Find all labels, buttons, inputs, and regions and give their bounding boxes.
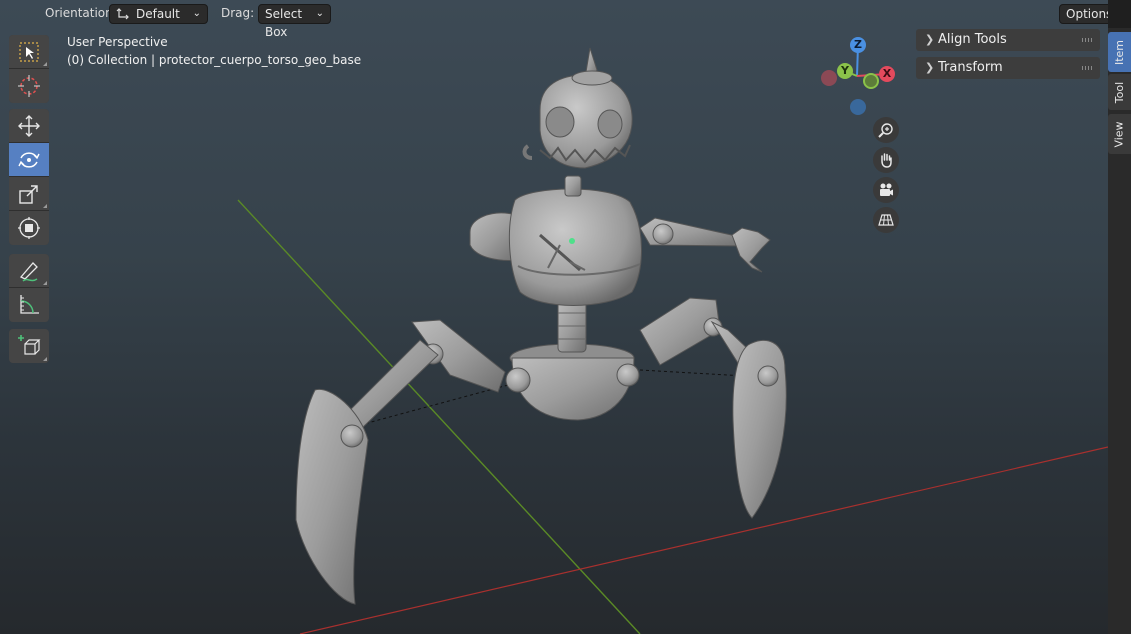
tab-view[interactable]: View [1108,114,1131,154]
chevron-right-icon: ❯ [925,61,935,74]
hand-pan-icon [881,153,892,168]
orientation-value: Default [136,7,180,21]
neg-y-axis-icon[interactable] [863,73,879,89]
cursor-tool[interactable] [9,69,49,103]
camera-icon [880,183,893,196]
tool-options-corner [43,357,47,361]
toolbar-transform-group [9,109,49,245]
scale-icon [19,184,38,204]
y-axis-icon[interactable]: Y [837,63,853,79]
chevron-down-icon: ⌄ [315,8,324,19]
tool-options-corner [43,62,47,66]
relation-line [639,369,746,377]
rotate-icon [18,151,40,168]
drag-grip-icon[interactable] [1082,66,1094,70]
tab-tool-label: Tool [1113,81,1126,103]
add-cube-tool[interactable] [9,329,49,363]
tab-item-label: Item [1113,39,1127,65]
align-tools-label: Align Tools [938,32,1007,47]
transform-label: Transform [938,60,1003,75]
options-label: Options [1066,7,1108,21]
tool-options-corner [43,281,47,285]
tool-options-corner [43,204,47,208]
cursor-icon [18,75,40,97]
x-axis-icon[interactable]: X [879,66,895,82]
spine [557,299,587,353]
transform-panel[interactable]: ❯ Transform [916,57,1100,79]
hip-base [505,343,640,421]
chevron-right-icon: ❯ [925,33,935,46]
options-dropdown[interactable]: Options ⌄ [1059,4,1108,24]
tab-view-label: View [1113,120,1127,148]
scene-render [237,47,1108,634]
toolbar-annotate-group [9,254,49,322]
annotate-icon [19,261,38,282]
drag-dropdown[interactable]: Select Box ⌄ [258,4,331,39]
orientation-label: Orientation: [45,6,117,20]
x-axis-line [299,446,1108,634]
transform-orientation-icon [116,8,129,20]
zoom-icon [878,123,893,138]
scale-tool[interactable] [9,177,49,211]
orientation-dropdown[interactable]: Default ⌄ [109,4,208,24]
tab-item[interactable]: Item [1108,32,1131,72]
transform-tool[interactable] [9,211,49,245]
move-tool[interactable] [9,109,49,143]
move-icon [18,114,40,137]
measure-tool[interactable] [9,288,49,322]
sidebar-tabs: Item Tool View [1108,28,1131,634]
ortho-toggle-button[interactable] [873,207,899,233]
camera-view-button[interactable] [873,177,899,203]
z-axis-icon[interactable]: Z [850,37,866,53]
left-leg [295,319,506,605]
grid-ortho-icon [878,214,894,226]
measure-icon [20,295,39,314]
chevron-down-icon: ⌄ [1107,5,1108,23]
chevron-down-icon: ⌄ [192,8,201,19]
align-tools-panel[interactable]: ❯ Align Tools [916,29,1100,51]
neg-z-axis-icon[interactable] [850,99,866,115]
neg-x-axis-icon[interactable] [821,70,837,86]
transform-icon [18,217,40,239]
collection-label: (0) Collection | protector_cuerpo_torso_… [67,53,362,67]
select-box-icon [19,41,39,62]
toolbar-add-group [9,329,49,363]
toolbar-select-group [9,35,49,103]
torso [469,188,771,306]
zoom-button[interactable] [873,117,899,143]
viewport-header: Orientation: Default ⌄ Drag: Select Box … [0,0,1108,39]
drag-label: Drag: [221,6,255,20]
add-cube-icon [18,335,41,355]
pan-button[interactable] [873,147,899,173]
head [522,47,633,197]
perspective-label: User Perspective [67,35,168,49]
tab-tool[interactable]: Tool [1108,74,1131,110]
rotate-tool[interactable] [9,143,49,177]
annotate-tool[interactable] [9,254,49,288]
3d-viewport[interactable]: Orientation: Default ⌄ Drag: Select Box … [0,0,1108,634]
drag-grip-icon[interactable] [1082,38,1094,42]
select-box-tool[interactable] [9,35,49,69]
right-leg [639,297,787,519]
